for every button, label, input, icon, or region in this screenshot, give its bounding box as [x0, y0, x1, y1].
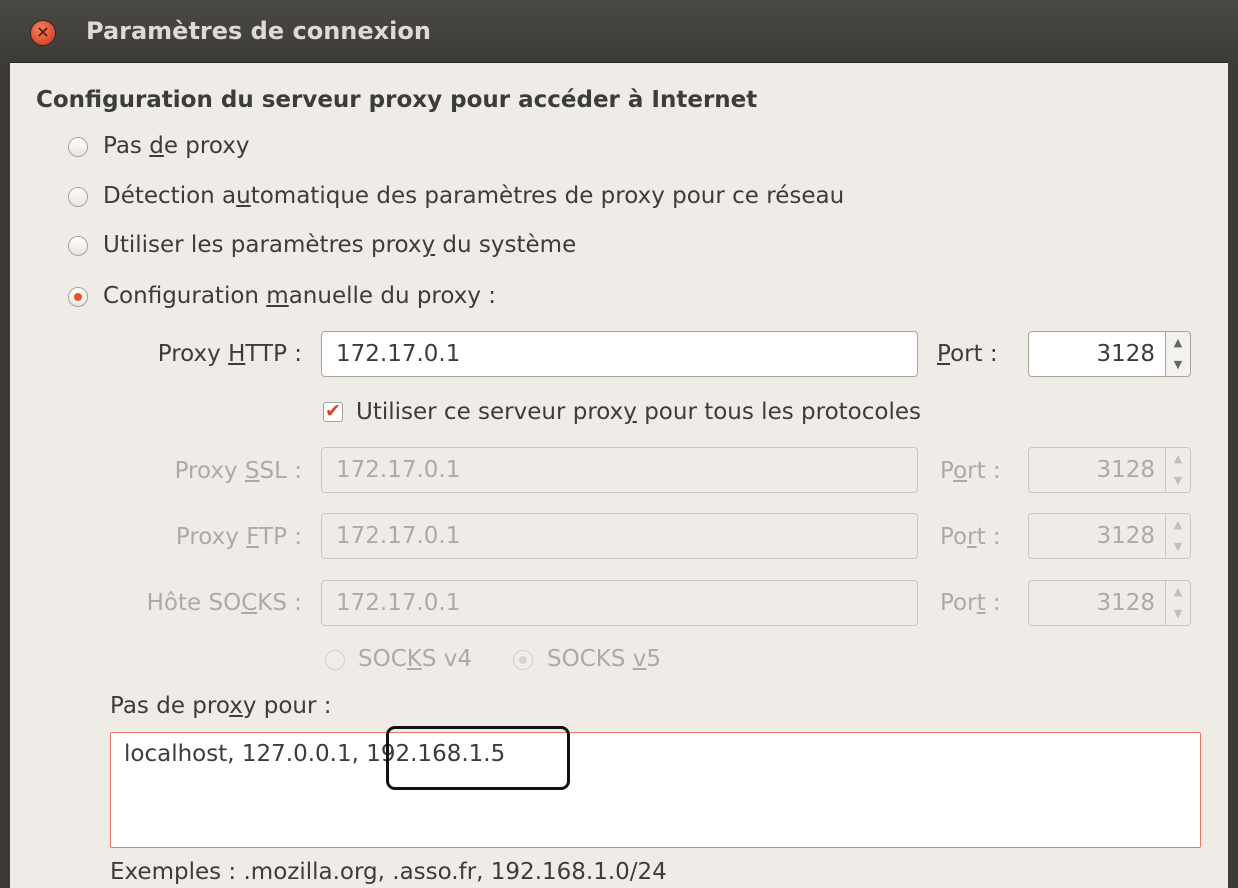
- chevron-down-icon: ▼: [1173, 474, 1183, 487]
- socks-port-stepper: ▲ ▼: [1165, 580, 1191, 626]
- no-proxy-for-label: Pas de proxy pour :: [110, 693, 332, 719]
- ftp-proxy-label: Proxy FTP :: [175, 524, 302, 550]
- ftp-port-label: Port :: [940, 524, 1001, 550]
- socks-v5-label: SOCKS v5: [547, 646, 662, 672]
- system-proxy-label[interactable]: Utiliser les paramètres proxy du système: [103, 229, 576, 261]
- chevron-down-icon: ▼: [1173, 540, 1183, 553]
- no-proxy-radio[interactable]: [68, 137, 88, 157]
- http-proxy-label: Proxy HTTP :: [157, 341, 302, 367]
- auto-detect-label[interactable]: Détection automatique des paramètres de …: [103, 180, 844, 212]
- socks-v5-radio: [513, 650, 533, 670]
- window-frame-right: [1228, 62, 1238, 888]
- chevron-down-icon: ▼: [1173, 607, 1183, 620]
- manual-proxy-radio[interactable]: [68, 287, 88, 307]
- socks-host-label: Hôte SOCKS :: [146, 590, 302, 616]
- title-bar: Paramètres de connexion: [0, 0, 1238, 63]
- ssl-port-stepper: ▲ ▼: [1165, 447, 1191, 493]
- http-proxy-input[interactable]: 172.17.0.1: [321, 331, 918, 377]
- section-heading: Configuration du serveur proxy pour accé…: [36, 87, 758, 113]
- close-icon[interactable]: [31, 20, 55, 45]
- chevron-up-icon: ▲: [1173, 452, 1183, 465]
- chevron-up-icon[interactable]: ▲: [1166, 332, 1190, 354]
- ssl-proxy-input: 172.17.0.1: [321, 447, 918, 493]
- auto-detect-radio[interactable]: [68, 187, 88, 207]
- chevron-down-icon[interactable]: ▼: [1166, 354, 1190, 376]
- ftp-port-stepper: ▲ ▼: [1165, 513, 1191, 559]
- socks-port-label: Port :: [940, 590, 1001, 616]
- no-proxy-label[interactable]: Pas de proxy: [103, 130, 249, 162]
- socks-v4-radio: [325, 650, 345, 670]
- socks-v4-label: SOCKS v4: [358, 646, 473, 672]
- ssl-port-input: 3128: [1028, 447, 1166, 493]
- window-frame-left: [0, 62, 10, 888]
- http-port-stepper[interactable]: ▲ ▼: [1165, 331, 1191, 377]
- ssl-port-label: Port :: [940, 458, 1001, 484]
- examples-hint: Exemples : .mozilla.org, .asso.fr, 192.1…: [110, 859, 667, 885]
- use-for-all-label[interactable]: Utiliser ce serveur proxy pour tous les …: [356, 396, 921, 428]
- chevron-up-icon: ▲: [1173, 518, 1183, 531]
- socks-port-input: 3128: [1028, 580, 1166, 626]
- ssl-proxy-label: Proxy SSL :: [174, 458, 302, 484]
- use-for-all-checkbox[interactable]: [323, 399, 343, 423]
- ftp-port-input: 3128: [1028, 513, 1166, 559]
- manual-proxy-label[interactable]: Configuration manuelle du proxy :: [103, 280, 496, 312]
- http-port-input[interactable]: 3128: [1028, 331, 1166, 377]
- socks-host-input: 172.17.0.1: [321, 580, 918, 626]
- http-port-label: Port :: [937, 341, 998, 367]
- annotation-highlight-box: [386, 726, 570, 790]
- window-title: Paramètres de connexion: [86, 17, 431, 45]
- chevron-up-icon: ▲: [1173, 585, 1183, 598]
- system-proxy-radio[interactable]: [68, 236, 88, 256]
- ftp-proxy-input: 172.17.0.1: [321, 513, 918, 559]
